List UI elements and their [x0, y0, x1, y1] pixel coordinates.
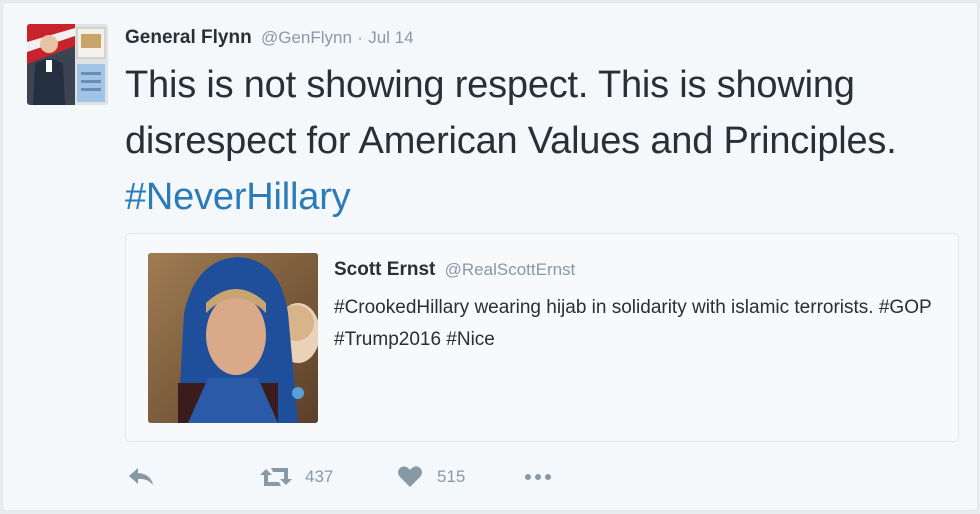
author-handle[interactable]: @GenFlynn: [261, 28, 352, 47]
retweet-icon: [260, 468, 292, 486]
tweet-text: This is not showing respect. This is sho…: [125, 57, 965, 225]
retweet-button[interactable]: 437: [259, 461, 333, 493]
quoted-author-name[interactable]: Scott Ernst: [334, 259, 435, 280]
tweet-date[interactable]: Jul 14: [368, 28, 413, 47]
more-dots-icon: [525, 474, 551, 480]
reply-icon: [129, 468, 153, 485]
avatar-image: [27, 24, 108, 105]
quoted-tweet[interactable]: Scott Ernst @RealScottErnst #CrookedHill…: [125, 233, 959, 442]
photo-image: [148, 253, 318, 423]
hashtag-link[interactable]: #NeverHillary: [125, 176, 351, 218]
author-avatar[interactable]: [27, 24, 108, 105]
quoted-tweet-text: #CrookedHillary wearing hijab in solidar…: [334, 297, 932, 350]
like-count: 515: [437, 467, 466, 486]
quoted-tweet-photo[interactable]: [148, 253, 318, 423]
retweet-count: 437: [305, 467, 334, 486]
more-options-button[interactable]: [523, 461, 553, 493]
tweet-header: General Flynn @GenFlynn · Jul 14: [125, 25, 414, 51]
tweet-actions: 437 515: [127, 461, 627, 493]
heart-icon: [398, 466, 422, 487]
tweet-card: General Flynn @GenFlynn · Jul 14 This is…: [2, 2, 978, 511]
reply-button[interactable]: [127, 461, 155, 493]
quoted-author-handle[interactable]: @RealScottErnst: [445, 260, 576, 279]
quoted-tweet-header: Scott Ernst @RealScottErnst: [334, 259, 575, 281]
like-button[interactable]: 515: [397, 461, 465, 493]
tweet-text-body: This is not showing respect. This is sho…: [125, 64, 897, 162]
header-separator: ·: [357, 28, 363, 47]
author-name[interactable]: General Flynn: [125, 27, 252, 48]
